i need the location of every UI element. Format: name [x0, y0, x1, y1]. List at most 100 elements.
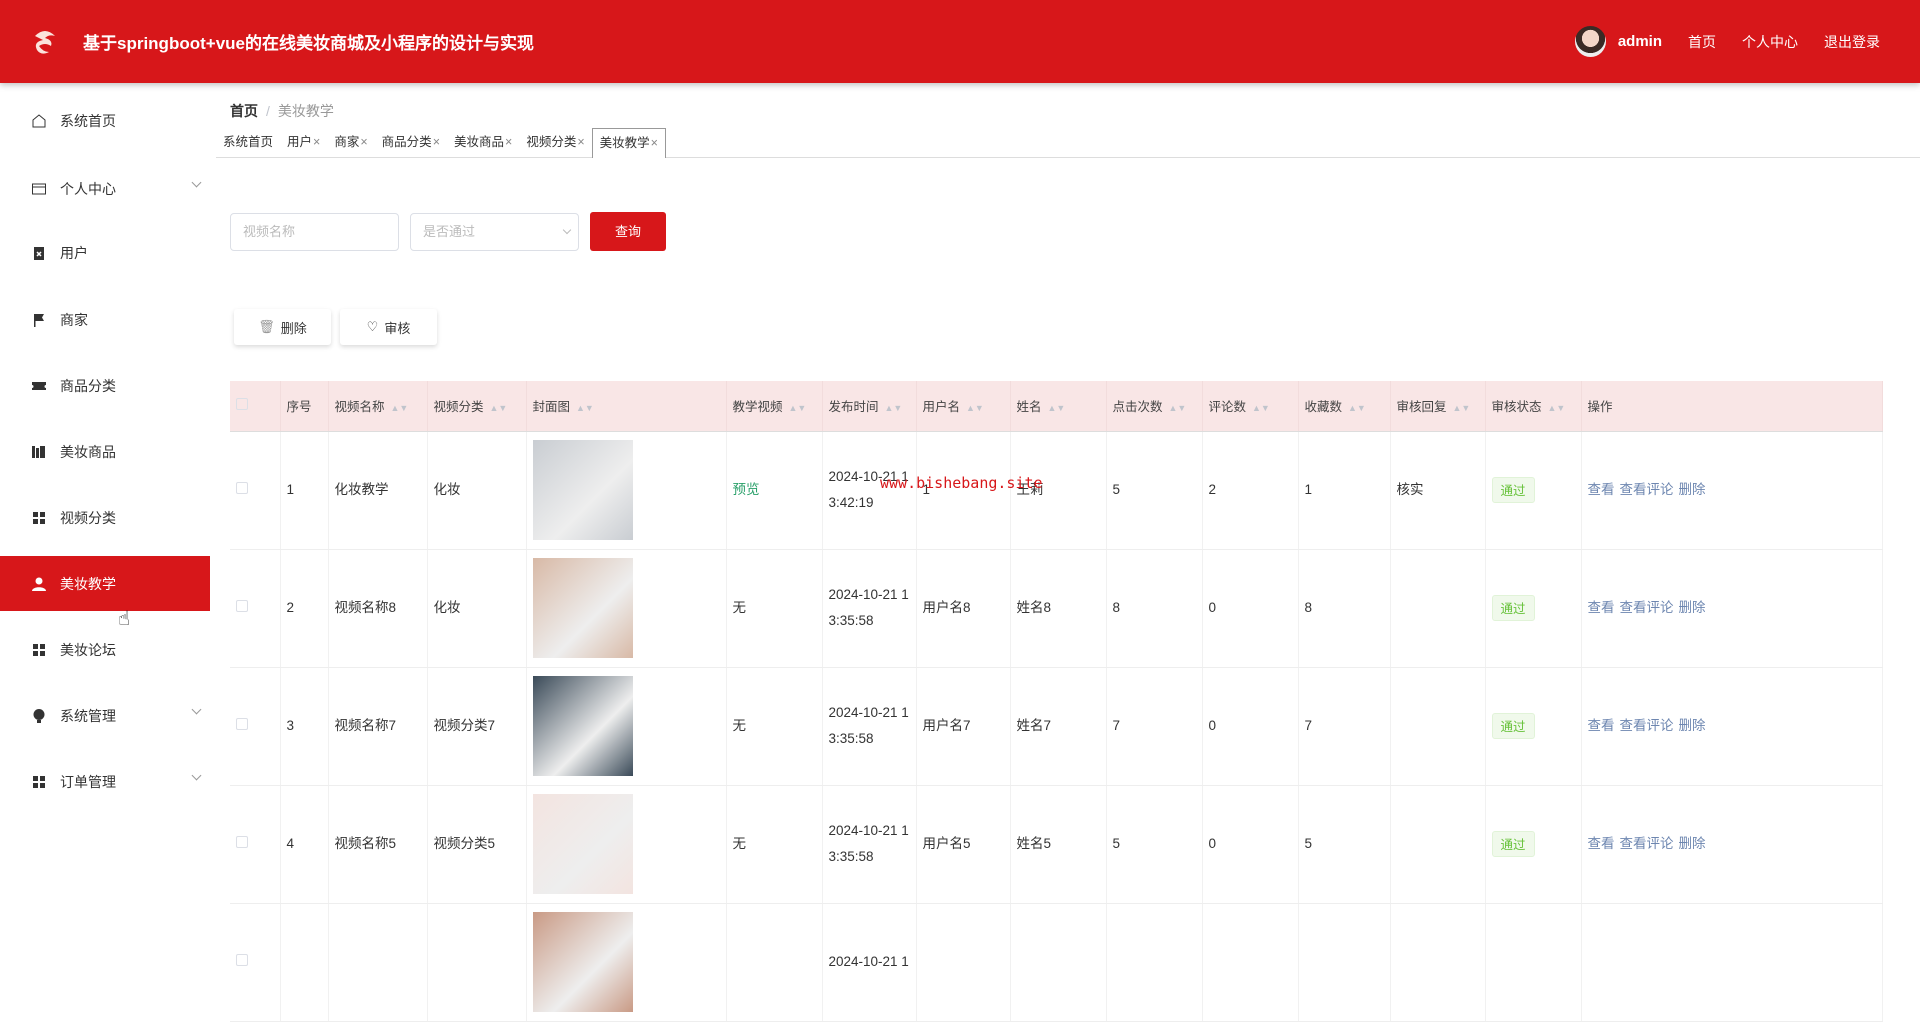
- cell-realname: 姓名5: [1016, 836, 1052, 851]
- cell-username: 用户名7: [922, 718, 971, 733]
- row-checkbox[interactable]: [236, 600, 248, 612]
- close-icon[interactable]: ×: [505, 135, 512, 149]
- status-select[interactable]: 是否通过: [410, 213, 579, 251]
- table-cell: [280, 903, 329, 1022]
- grid-icon: [31, 510, 47, 526]
- view-comments-link[interactable]: 查看评论: [1620, 482, 1674, 497]
- cell-username: 用户名5: [922, 836, 971, 851]
- delete-link[interactable]: 删除: [1679, 482, 1706, 497]
- table-cell: 通过: [1485, 431, 1582, 550]
- table-cell: [916, 903, 1011, 1022]
- view-comments-link[interactable]: 查看评论: [1620, 836, 1674, 851]
- sort-icon[interactable]: ▲▼: [1348, 403, 1366, 413]
- sidebar-item-8[interactable]: 美妆论坛: [0, 622, 210, 677]
- table-cell: 视频分类7: [427, 667, 527, 786]
- video-name-input[interactable]: 视频名称: [230, 213, 399, 251]
- sort-icon[interactable]: ▲▼: [1048, 403, 1066, 413]
- close-icon[interactable]: ×: [433, 135, 440, 149]
- tab-1[interactable]: 用户×: [280, 128, 327, 157]
- nav-profile-link[interactable]: 个人中心: [1742, 32, 1798, 52]
- sidebar-item-5[interactable]: 美妆商品: [0, 424, 210, 479]
- table-cell: [726, 903, 823, 1022]
- table-cell: [230, 431, 281, 550]
- close-icon[interactable]: ×: [651, 136, 658, 150]
- breadcrumb-home[interactable]: 首页: [230, 103, 258, 119]
- table-cell: 姓名7: [1010, 667, 1107, 786]
- cell-video[interactable]: 预览: [733, 482, 760, 497]
- tab-5[interactable]: 视频分类×: [519, 128, 591, 157]
- logo-icon: [27, 24, 63, 60]
- table-cell: [230, 785, 281, 904]
- sort-icon[interactable]: ▲▼: [1252, 403, 1270, 413]
- tab-6[interactable]: 美妆教学×: [591, 128, 666, 158]
- view-link[interactable]: 查看: [1588, 482, 1615, 497]
- sort-icon[interactable]: ▲▼: [1169, 403, 1187, 413]
- table-cell: 视频名称8: [328, 549, 428, 668]
- tab-bar: 系统首页 用户× 商家× 商品分类× 美妆商品× 视频分类× 美妆教学×: [216, 128, 1920, 158]
- audit-button[interactable]: ♡ 审核: [340, 309, 437, 345]
- table-cell: [1010, 903, 1107, 1022]
- cover-image: [532, 676, 633, 776]
- close-icon[interactable]: ×: [360, 135, 367, 149]
- row-checkbox[interactable]: [236, 718, 248, 730]
- tab-label: 商品分类: [381, 135, 432, 149]
- cell-comments: 0: [1208, 836, 1217, 851]
- sidebar-item-1[interactable]: 个人中心: [0, 161, 210, 216]
- table-cell: 8: [1298, 549, 1391, 668]
- sidebar-item-label: 用户: [60, 244, 88, 261]
- sort-icon[interactable]: ▲▼: [1548, 403, 1566, 413]
- tab-2[interactable]: 商家×: [327, 128, 374, 157]
- bulb-icon: [31, 708, 47, 724]
- table-cell: 视频分类5: [427, 785, 527, 904]
- row-checkbox[interactable]: [236, 954, 248, 966]
- nav-home-link[interactable]: 首页: [1688, 32, 1716, 52]
- sort-icon[interactable]: ▲▼: [576, 403, 594, 413]
- row-checkbox[interactable]: [236, 482, 248, 494]
- avatar[interactable]: [1574, 26, 1606, 57]
- view-link[interactable]: 查看: [1588, 836, 1615, 851]
- sort-icon[interactable]: ▲▼: [1453, 403, 1471, 413]
- tab-3[interactable]: 商品分类×: [375, 128, 447, 157]
- delete-link[interactable]: 删除: [1679, 600, 1706, 615]
- sidebar-item-3[interactable]: 商家: [0, 292, 210, 347]
- sidebar-item-4[interactable]: 商品分类: [0, 358, 210, 413]
- view-comments-link[interactable]: 查看评论: [1620, 718, 1674, 733]
- table-cell: [1106, 903, 1203, 1022]
- column-header-label: 审核回复: [1396, 400, 1447, 415]
- sort-icon[interactable]: ▲▼: [966, 403, 984, 413]
- sidebar-item-7[interactable]: 美妆教学: [0, 556, 210, 611]
- chevron-down-icon: [191, 704, 202, 715]
- tab-0[interactable]: 系统首页: [216, 128, 280, 157]
- logout-link[interactable]: 退出登录: [1824, 32, 1880, 52]
- table-cell: 5: [1106, 785, 1203, 904]
- view-comments-link[interactable]: 查看评论: [1620, 600, 1674, 615]
- sort-icon[interactable]: ▲▼: [490, 403, 508, 413]
- sort-icon[interactable]: ▲▼: [391, 403, 409, 413]
- delete-link[interactable]: 删除: [1679, 836, 1706, 851]
- row-checkbox[interactable]: [236, 836, 248, 848]
- delete-button[interactable]: 🗑 删除: [234, 309, 331, 345]
- sidebar-item-2[interactable]: 用户: [0, 225, 210, 280]
- close-icon[interactable]: ×: [577, 135, 584, 149]
- sidebar-item-10[interactable]: 订单管理: [0, 754, 210, 809]
- table-cell: 无: [726, 785, 823, 904]
- tab-4[interactable]: 美妆商品×: [447, 128, 519, 157]
- table-cell: 2: [280, 549, 329, 668]
- delete-link[interactable]: 删除: [1679, 718, 1706, 733]
- sidebar-item-0[interactable]: 系统首页: [0, 93, 210, 148]
- table-cell: 1: [1298, 431, 1391, 550]
- view-link[interactable]: 查看: [1588, 600, 1615, 615]
- table-cell: 2: [1202, 431, 1299, 550]
- cell-favorites: 8: [1304, 600, 1313, 615]
- sidebar-item-9[interactable]: 系统管理: [0, 688, 210, 743]
- sort-icon[interactable]: ▲▼: [885, 403, 903, 413]
- view-link[interactable]: 查看: [1588, 718, 1615, 733]
- sort-icon[interactable]: ▲▼: [789, 403, 807, 413]
- close-icon[interactable]: ×: [313, 135, 320, 149]
- sidebar-item-6[interactable]: 视频分类: [0, 490, 210, 545]
- sidebar-item-label: 商家: [60, 311, 88, 328]
- select-all-checkbox[interactable]: [236, 398, 248, 411]
- query-button[interactable]: 查询: [590, 212, 666, 251]
- column-header: 评论数 ▲▼: [1202, 381, 1299, 432]
- cell-index: 3: [286, 718, 295, 733]
